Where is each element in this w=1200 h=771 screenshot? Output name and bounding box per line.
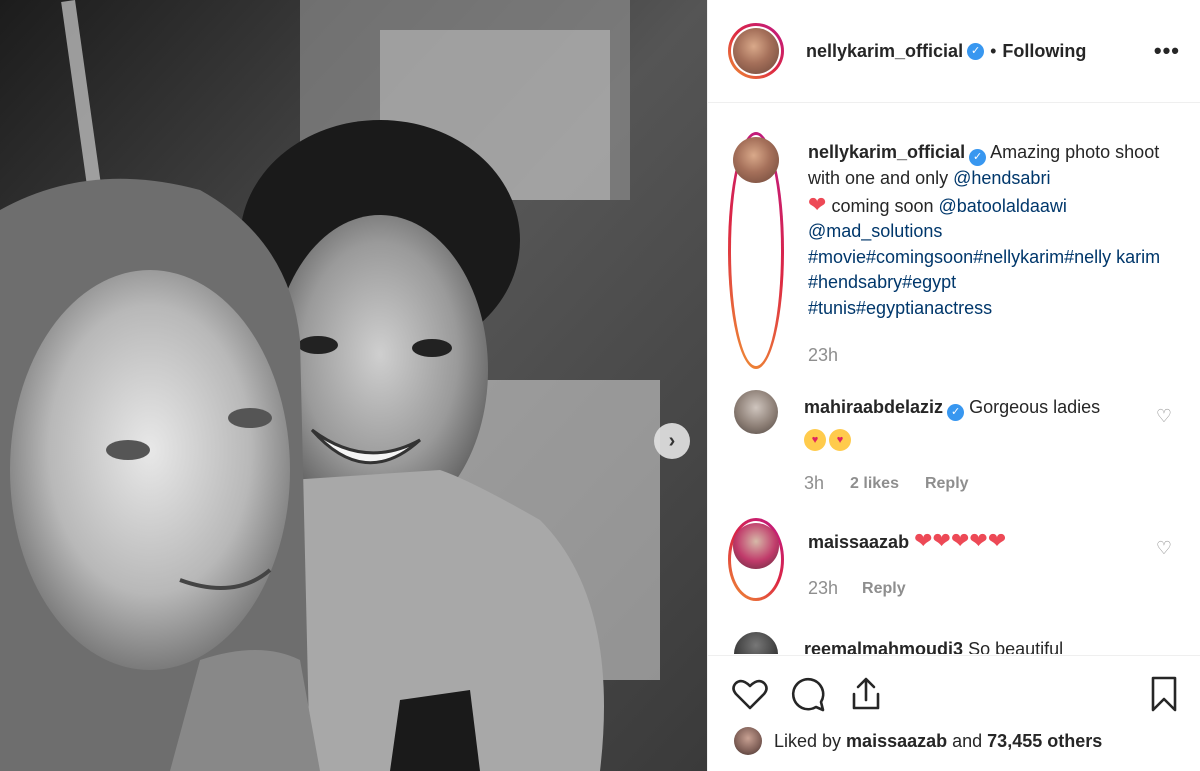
mention-hendsabri[interactable]: @hendsabri <box>953 168 1050 188</box>
post-details-panel: nellykarim_official ✓ • Following ••• ne… <box>707 0 1200 771</box>
comment-meta: 3h 2 likes Reply <box>804 471 1124 497</box>
likes-and: and <box>947 730 988 751</box>
reply-button[interactable]: Reply <box>925 471 969 497</box>
photo-illustration <box>0 0 707 771</box>
chevron-right-icon: › <box>668 429 676 452</box>
liker-avatar[interactable] <box>734 727 762 755</box>
comment-likes-count[interactable]: 2 likes <box>850 471 899 497</box>
comment-body: reemalmahmoudi3 So beautiful <box>804 637 1063 654</box>
hashtags-line-1[interactable]: #movie#comingsoon#nellykarim#nelly karim <box>808 247 1160 267</box>
likes-count[interactable]: 73,455 others <box>987 731 1102 751</box>
author-avatar[interactable] <box>728 23 784 79</box>
comment: maissaazab ❤❤❤❤❤ 23h Reply <box>728 518 1180 601</box>
comments-scroll-area[interactable]: nellykarim_official ✓ Amazing photo shoot… <box>708 104 1200 654</box>
more-options-icon[interactable]: ••• <box>1154 38 1180 64</box>
comment-username[interactable]: maissaazab <box>808 532 909 552</box>
comment: mahiraabdelaziz ✓ Gorgeous ladies ♥ ♥ 3h 2… <box>728 390 1180 497</box>
comment-bubble-icon[interactable] <box>788 674 828 714</box>
comment-body: maissaazab ❤❤❤❤❤ 23h Reply <box>808 528 1128 601</box>
verified-badge-icon: ✓ <box>947 404 965 421</box>
post-photo[interactable]: › <box>0 0 707 771</box>
caption: nellykarim_official ✓ Amazing photo shoot… <box>728 132 1180 369</box>
comment-text: Gorgeous ladies <box>969 397 1101 417</box>
caption-text-2: coming soon <box>826 195 939 216</box>
red-heart-icon: ❤ <box>914 528 933 553</box>
post-header: nellykarim_official ✓ • Following ••• <box>708 0 1200 103</box>
caption-username[interactable]: nellykarim_official <box>808 142 965 162</box>
following-button[interactable]: Following <box>1002 41 1086 62</box>
comment: reemalmahmoudi3 So beautiful <box>728 632 1180 654</box>
red-heart-icon: ❤ <box>932 528 951 553</box>
verified-badge-icon: ✓ <box>967 42 985 60</box>
author-username[interactable]: nellykarim_official <box>806 41 963 62</box>
reply-button[interactable]: Reply <box>862 576 906 602</box>
like-comment-heart-icon[interactable]: ♡ <box>1156 538 1172 559</box>
heart-eyes-emoji-icon: ♥ <box>804 429 826 451</box>
verified-badge-icon: ✓ <box>969 149 987 166</box>
red-heart-icon: ❤ <box>808 191 827 217</box>
like-heart-icon[interactable] <box>730 674 770 714</box>
red-heart-icon: ❤ <box>969 528 988 553</box>
comment-text: So beautiful <box>968 639 1064 654</box>
comment-body: mahiraabdelaziz ✓ Gorgeous ladies ♥ ♥ 3h 2… <box>804 395 1124 497</box>
comment-timestamp[interactable]: 3h <box>804 471 824 497</box>
like-comment-heart-icon[interactable]: ♡ <box>1156 406 1172 427</box>
caption-avatar[interactable] <box>728 132 784 369</box>
red-heart-icon: ❤ <box>950 528 970 553</box>
commenter-avatar[interactable] <box>734 390 778 434</box>
comment-username[interactable]: mahiraabdelaziz <box>804 397 943 417</box>
hashtags-line-3[interactable]: #tunis#egyptianactress <box>808 298 992 318</box>
save-bookmark-icon[interactable] <box>1144 674 1184 714</box>
hashtags-line-2[interactable]: #hendsabry#egypt <box>808 272 956 292</box>
commenter-avatar[interactable] <box>728 518 784 601</box>
caption-timestamp[interactable]: 23h <box>808 343 1168 369</box>
likes-summary: Liked by maissaazab and 73,455 others <box>734 727 1102 755</box>
likes-prefix: Liked by <box>774 730 847 751</box>
separator-dot: • <box>990 40 997 61</box>
comment-timestamp[interactable]: 23h <box>808 576 838 602</box>
comment-username[interactable]: reemalmahmoudi3 <box>804 639 963 654</box>
caption-text-block: nellykarim_official ✓ Amazing photo shoot… <box>808 140 1168 369</box>
mention-mad-solutions[interactable]: @mad_solutions <box>808 221 942 241</box>
liker-username[interactable]: maissaazab <box>846 731 947 751</box>
heart-eyes-emoji-icon: ♥ <box>829 429 851 451</box>
comment-meta: 23h Reply <box>808 576 1128 602</box>
share-icon[interactable] <box>846 674 886 714</box>
likes-text: Liked by maissaazab and 73,455 others <box>774 731 1102 752</box>
commenter-avatar[interactable] <box>734 632 778 654</box>
red-heart-icon: ❤ <box>987 528 1007 553</box>
next-photo-button[interactable]: › <box>654 423 690 459</box>
mention-batoolaldaawi[interactable]: @batoolaldaawi <box>939 196 1067 216</box>
